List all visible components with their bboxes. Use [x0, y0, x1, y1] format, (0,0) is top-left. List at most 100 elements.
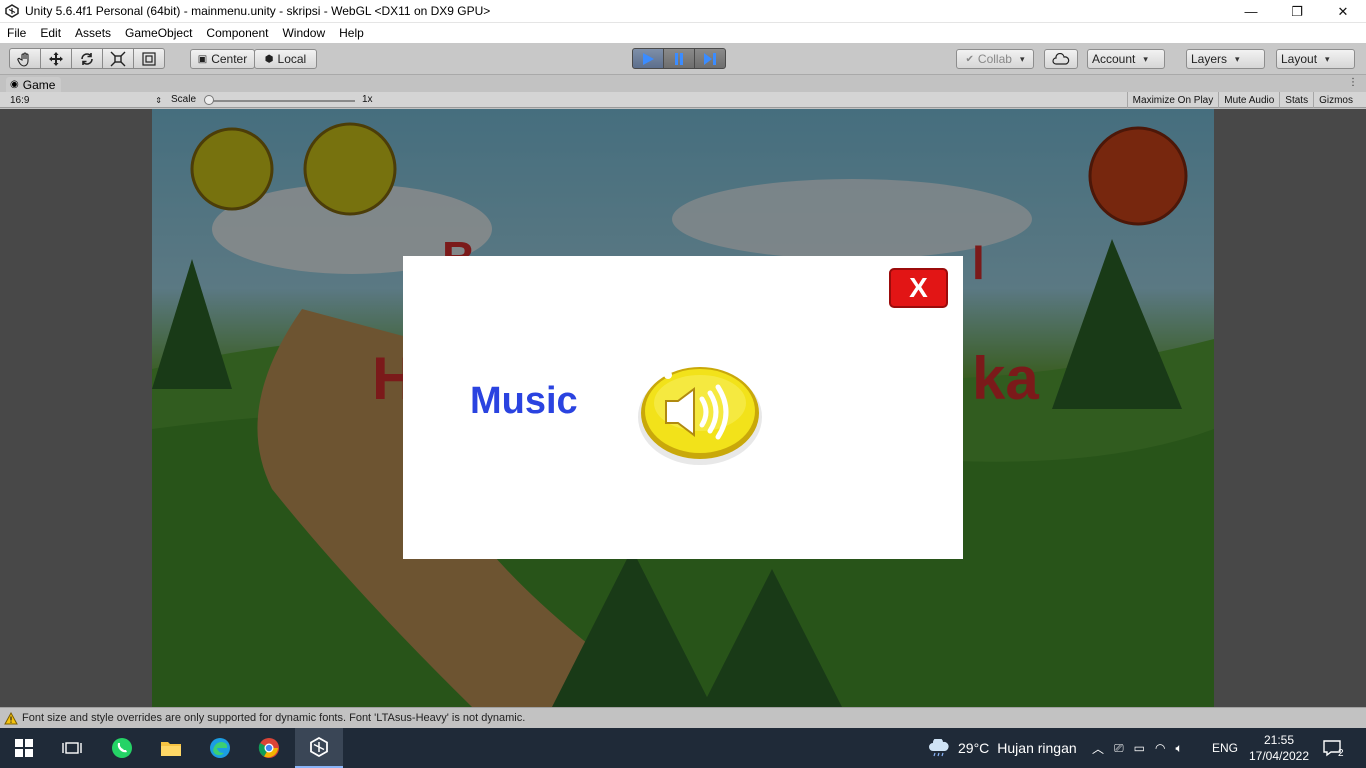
tab-menu-icon[interactable]: ⋮	[1348, 77, 1358, 88]
weather-temp: 29°C	[958, 740, 990, 756]
layout-dropdown[interactable]: Layout	[1276, 49, 1355, 69]
settings-modal: X Music	[403, 256, 963, 559]
chrome-icon	[258, 738, 279, 758]
cloud-icon	[1052, 53, 1070, 65]
close-window-button[interactable]: ✕	[1320, 0, 1366, 23]
menu-gameobject[interactable]: GameObject	[118, 26, 199, 40]
scale-label: Scale	[171, 94, 197, 105]
pause-button[interactable]	[663, 48, 695, 69]
layers-label: Layers	[1191, 52, 1228, 66]
folder-icon	[161, 742, 181, 756]
maximize-on-play-toggle[interactable]: Maximize On Play	[1126, 92, 1219, 108]
menu-component[interactable]: Component	[199, 26, 275, 40]
tab-game-label: Game	[22, 77, 56, 92]
account-dropdown[interactable]: Account	[1087, 49, 1165, 69]
updown-arrow-icon: ⇕	[155, 95, 162, 105]
tab-game[interactable]: ◉ Game	[6, 77, 62, 92]
gizmos-dropdown[interactable]: Gizmos	[1313, 92, 1358, 108]
volume-icon[interactable]: 🔈︎	[1175, 741, 1182, 756]
pivot-icon: ▣	[197, 53, 208, 65]
scale-slider-track[interactable]	[205, 100, 355, 102]
pivot-label: Center	[211, 52, 248, 66]
taskbar-chrome[interactable]	[245, 728, 293, 768]
scale-slider-handle[interactable]	[204, 95, 214, 105]
cube-icon: ⬢	[264, 53, 274, 65]
play-button[interactable]	[632, 48, 664, 69]
windows-logo-icon	[15, 739, 33, 757]
notification-count: 2	[1338, 747, 1344, 759]
layers-dropdown[interactable]: Layers	[1186, 49, 1265, 69]
unity-icon	[310, 737, 328, 757]
step-icon	[704, 52, 716, 65]
pivot-toggle[interactable]: ▣ Center	[190, 49, 255, 69]
rain-cloud-icon	[929, 739, 949, 757]
move-tool[interactable]	[40, 48, 72, 69]
warning-icon	[4, 711, 18, 724]
music-label: Music	[470, 380, 578, 422]
scale-tool[interactable]	[102, 48, 134, 69]
playback-controls	[632, 48, 726, 69]
stats-toggle[interactable]: Stats	[1279, 92, 1313, 108]
collab-dropdown[interactable]: ✔ Collab	[956, 49, 1034, 69]
menu-bar: File Edit Assets GameObject Component Wi…	[0, 23, 1366, 43]
clock-time: 21:55	[1263, 733, 1295, 747]
task-view-button[interactable]	[48, 728, 96, 768]
scale-value: 1x	[362, 94, 373, 105]
music-toggle-button[interactable]	[636, 361, 764, 466]
cloud-button[interactable]	[1044, 49, 1078, 69]
hand-icon	[17, 51, 29, 67]
clock-date: 17/04/2022	[1248, 749, 1310, 763]
taskbar-file-explorer[interactable]	[147, 728, 195, 768]
meet-now-icon[interactable]: ⎚	[1114, 741, 1124, 756]
console-status-bar[interactable]: Font size and style overrides are only s…	[0, 707, 1366, 728]
menu-window[interactable]: Window	[275, 26, 332, 40]
chevron-up-icon[interactable]: ︿	[1092, 740, 1104, 757]
menu-assets[interactable]: Assets	[68, 26, 118, 40]
taskbar-edge[interactable]	[196, 728, 244, 768]
pause-icon	[675, 52, 683, 65]
system-tray: ︿ ⎚ ▭ ◠ 🔈︎	[1092, 728, 1183, 768]
move-icon	[49, 51, 63, 66]
title-bar: Unity 5.6.4f1 Personal (64bit) - mainmen…	[0, 0, 1366, 23]
space-label: Local	[277, 52, 307, 66]
rect-transform-icon	[142, 51, 156, 66]
weather-widget[interactable]: 29°C Hujan ringan	[928, 728, 1077, 768]
step-button[interactable]	[694, 48, 726, 69]
rect-tool[interactable]	[133, 48, 165, 69]
main-toolbar: ▣ Center ⬢ Local ✔ Collab Account Layers…	[0, 43, 1366, 75]
collab-label: Collab	[977, 52, 1012, 66]
scale-icon	[110, 51, 126, 66]
wifi-icon[interactable]: ◠	[1155, 741, 1165, 755]
language-indicator[interactable]: ENG	[1212, 728, 1238, 768]
clock[interactable]: 21:55 17/04/2022	[1249, 728, 1309, 768]
start-button[interactable]	[0, 728, 48, 768]
status-message: Font size and style overrides are only s…	[22, 712, 526, 724]
aspect-label: 16:9	[10, 94, 30, 106]
rotate-tool[interactable]	[71, 48, 103, 69]
notification-center-button[interactable]: 2	[1322, 728, 1344, 768]
taskbar-whatsapp[interactable]	[98, 728, 146, 768]
menu-help[interactable]: Help	[332, 26, 371, 40]
game-view: B H l ka X Music	[0, 109, 1366, 707]
task-view-icon	[62, 742, 82, 754]
minimize-button[interactable]: —	[1228, 0, 1274, 23]
taskbar-unity[interactable]	[295, 728, 343, 768]
space-toggle[interactable]: ⬢ Local	[254, 49, 317, 69]
menu-edit[interactable]: Edit	[33, 26, 68, 40]
mute-audio-toggle[interactable]: Mute Audio	[1218, 92, 1279, 108]
play-icon	[643, 52, 654, 65]
layout-label: Layout	[1281, 52, 1318, 66]
hand-tool[interactable]	[9, 48, 41, 69]
aspect-ratio-dropdown[interactable]: 16:9 ⇕	[4, 93, 166, 107]
windows-taskbar: 29°C Hujan ringan ︿ ⎚ ▭ ◠ 🔈︎ ENG 21:55 1…	[0, 728, 1366, 768]
rotate-icon	[81, 52, 93, 65]
unity-logo-icon	[5, 4, 19, 18]
battery-icon[interactable]: ▭	[1134, 741, 1145, 755]
weather-desc: Hujan ringan	[997, 740, 1077, 756]
window-title: Unity 5.6.4f1 Personal (64bit) - mainmen…	[25, 4, 491, 18]
game-tab-strip: ◉ Game ⋮	[0, 76, 1366, 92]
game-view-toolbar: 16:9 ⇕ Scale 1x Maximize On Play Mute Au…	[0, 92, 1366, 108]
modal-close-button[interactable]: X	[889, 268, 948, 308]
maximize-button[interactable]: ❐	[1274, 0, 1320, 23]
menu-file[interactable]: File	[0, 26, 33, 40]
